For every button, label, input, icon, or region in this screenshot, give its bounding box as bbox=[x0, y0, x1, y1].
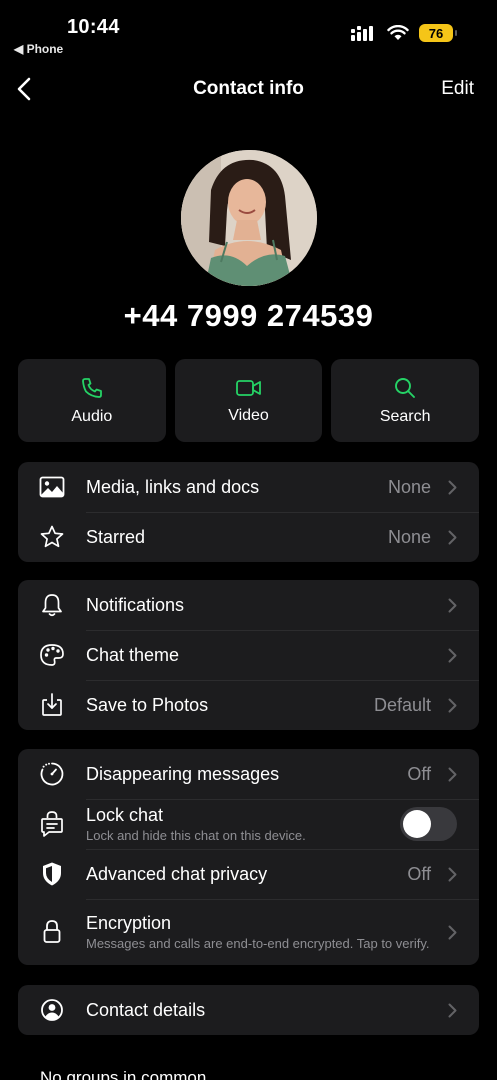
chevron-right-icon bbox=[448, 648, 456, 662]
star-icon bbox=[40, 525, 64, 548]
privacy-group: Disappearing messages Off Lock chat Lock… bbox=[18, 749, 479, 965]
lock-chat-toggle[interactable] bbox=[400, 807, 457, 841]
notifications-row[interactable]: Notifications bbox=[18, 580, 479, 630]
lock-icon bbox=[43, 920, 61, 943]
contact-phone-number: +44 7999 274539 bbox=[123, 298, 374, 333]
chevron-right-icon bbox=[448, 867, 456, 881]
row-label: Contact details bbox=[86, 999, 206, 1020]
back-to-app-link[interactable]: ◀ Phone bbox=[14, 42, 63, 56]
profile-photo bbox=[181, 150, 317, 286]
row-label: Save to Photos bbox=[86, 694, 209, 715]
row-subtitle: Messages and calls are end-to-end encryp… bbox=[86, 935, 430, 951]
avatar[interactable] bbox=[181, 150, 317, 286]
person-icon bbox=[41, 999, 63, 1021]
advanced-chat-privacy-row[interactable]: Advanced chat privacy Off bbox=[18, 849, 479, 899]
settings-group: Notifications Chat theme Save to Photos … bbox=[18, 580, 479, 730]
chat-theme-row[interactable]: Chat theme bbox=[18, 630, 479, 680]
row-value: Off bbox=[407, 763, 431, 784]
contact-details-group: Contact details bbox=[18, 985, 479, 1035]
search-button[interactable]: Search bbox=[331, 359, 480, 442]
row-value: Off bbox=[407, 863, 431, 884]
quick-actions: Audio Video Search bbox=[18, 359, 480, 442]
timer-icon bbox=[40, 762, 64, 786]
download-icon bbox=[42, 693, 62, 716]
row-value: Default bbox=[373, 694, 431, 715]
video-call-button[interactable]: Video bbox=[174, 359, 323, 442]
wifi-icon bbox=[387, 25, 409, 40]
row-label: Chat theme bbox=[86, 644, 180, 665]
row-label: Disappearing messages bbox=[86, 763, 280, 784]
lock-chat-row: Lock chat Lock and hide this chat on thi… bbox=[18, 799, 479, 849]
edit-button[interactable]: Edit bbox=[441, 78, 474, 100]
row-label: Encryption bbox=[86, 912, 172, 933]
status-time: 10:44 bbox=[67, 16, 120, 38]
chevron-right-icon bbox=[448, 698, 456, 712]
palette-icon bbox=[40, 644, 64, 666]
starred-row[interactable]: Starred None bbox=[18, 512, 479, 562]
save-to-photos-row[interactable]: Save to Photos Default bbox=[18, 680, 479, 730]
row-label: Media, links and docs bbox=[86, 476, 260, 497]
row-label: Advanced chat privacy bbox=[86, 863, 268, 884]
chevron-right-icon bbox=[448, 767, 456, 781]
encryption-row[interactable]: Encryption Messages and calls are end-to… bbox=[18, 899, 479, 965]
battery-indicator: 76 bbox=[419, 24, 457, 42]
chevron-right-icon bbox=[448, 480, 456, 494]
row-label: Lock chat bbox=[86, 804, 164, 825]
search-label: Search bbox=[379, 407, 431, 425]
row-value: None bbox=[387, 526, 431, 547]
chat-lock-icon bbox=[41, 811, 63, 837]
toggle-knob bbox=[403, 810, 431, 838]
image-icon bbox=[39, 476, 65, 498]
disappearing-messages-row[interactable]: Disappearing messages Off bbox=[18, 749, 479, 799]
row-label: Notifications bbox=[86, 594, 185, 615]
bell-icon bbox=[42, 594, 62, 617]
status-icons: 76 bbox=[351, 24, 457, 42]
page-title: Contact info bbox=[193, 78, 304, 99]
audio-call-button[interactable]: Audio bbox=[18, 359, 166, 442]
video-icon bbox=[235, 379, 261, 396]
media-group: Media, links and docs None Starred None bbox=[18, 462, 479, 562]
battery-level: 76 bbox=[428, 25, 444, 41]
row-value: None bbox=[387, 476, 431, 497]
search-icon bbox=[395, 377, 416, 398]
video-label: Video bbox=[228, 406, 269, 424]
row-label: Starred bbox=[86, 526, 146, 547]
media-links-docs-row[interactable]: Media, links and docs None bbox=[18, 462, 479, 512]
chevron-right-icon bbox=[448, 925, 456, 939]
row-subtitle: Lock and hide this chat on this device. bbox=[86, 827, 306, 843]
contact-details-row[interactable]: Contact details bbox=[18, 985, 479, 1035]
chevron-right-icon bbox=[448, 598, 456, 612]
chevron-right-icon bbox=[448, 530, 456, 544]
shield-icon bbox=[43, 862, 61, 886]
audio-label: Audio bbox=[71, 407, 113, 425]
phone-icon bbox=[81, 377, 102, 398]
chevron-right-icon bbox=[448, 1003, 456, 1017]
signal-icon bbox=[351, 26, 373, 41]
groups-in-common-header: No groups in common bbox=[40, 1068, 207, 1080]
